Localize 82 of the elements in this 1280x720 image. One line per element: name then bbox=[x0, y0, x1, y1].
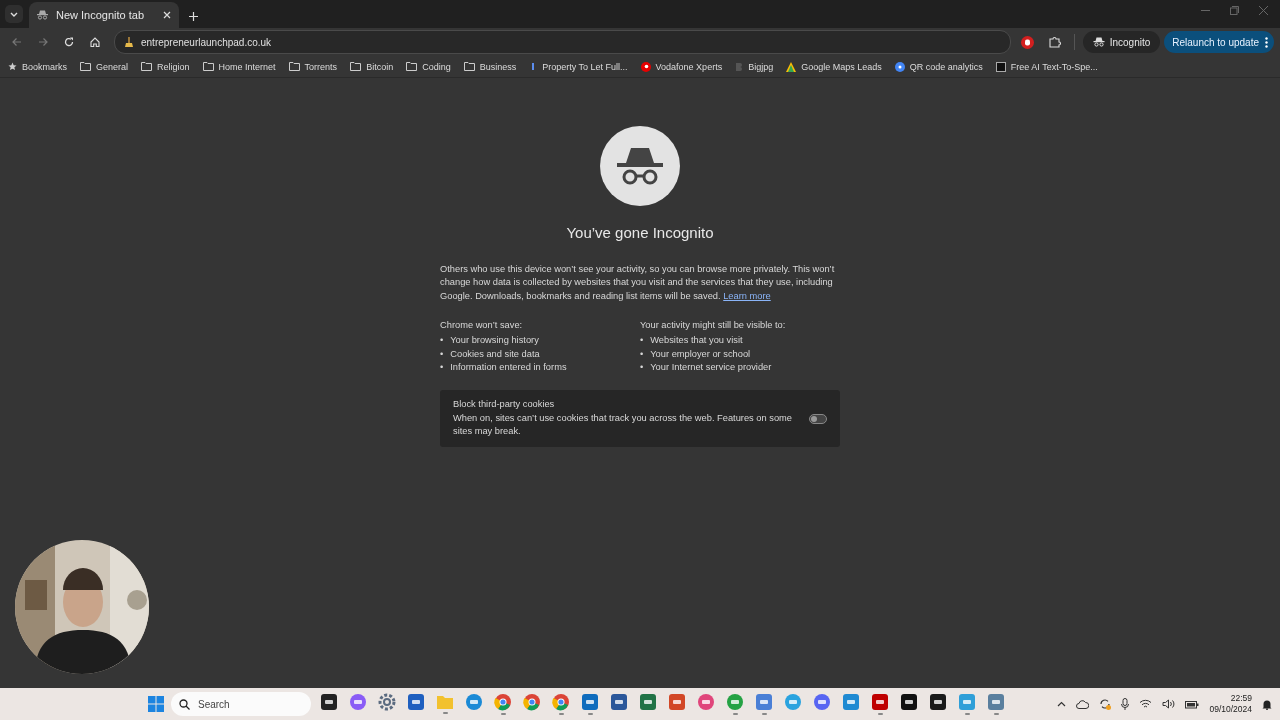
bookmark[interactable]: Bigjpg bbox=[748, 61, 774, 72]
folder-icon bbox=[350, 62, 362, 71]
folder-icon bbox=[406, 62, 418, 71]
card-description: When on, sites can’t use cookies that track you across the web. Features on some sites may break. bbox=[453, 411, 793, 439]
clock-date[interactable]: 09/10/2024 bbox=[1209, 704, 1252, 715]
battery-icon[interactable] bbox=[1185, 699, 1200, 709]
list-item: Your browsing history bbox=[450, 334, 539, 348]
page-heading: You’ve gone Incognito bbox=[566, 224, 714, 241]
list-bullet: • bbox=[440, 361, 444, 375]
list-item: Your Internet service provider bbox=[650, 361, 772, 375]
site-icon bbox=[735, 61, 744, 72]
incognito-icon bbox=[1092, 37, 1105, 47]
site-icon bbox=[995, 61, 1006, 72]
bookmark[interactable]: Property To Let Full... bbox=[542, 61, 628, 72]
bookmark[interactable]: Google Maps Leads bbox=[801, 61, 882, 72]
folder-icon bbox=[202, 62, 214, 71]
bookmark[interactable]: General bbox=[96, 61, 129, 72]
list-heading: Your activity might still be visible to: bbox=[640, 320, 787, 331]
incognito-icon bbox=[37, 10, 48, 20]
list-item: Cookies and site data bbox=[450, 347, 540, 361]
chrome-icon[interactable] bbox=[523, 693, 541, 711]
chrome-icon[interactable] bbox=[552, 693, 570, 711]
restore-icon[interactable] bbox=[1230, 5, 1239, 15]
list-bullet: • bbox=[640, 361, 644, 375]
folder-icon bbox=[80, 62, 91, 71]
address-bar[interactable]: entrepreneurlaunchpad.co.uk bbox=[114, 30, 1011, 54]
microphone-icon[interactable] bbox=[1121, 698, 1130, 710]
pin-icon bbox=[786, 61, 797, 72]
taskbar-search-field[interactable]: Search bbox=[171, 692, 311, 716]
search-icon bbox=[179, 698, 190, 710]
bookmark[interactable]: Free AI Text-To-Spe... bbox=[1010, 61, 1098, 72]
forward-icon[interactable] bbox=[38, 37, 48, 47]
list-bullet: • bbox=[640, 334, 644, 348]
puzzle-icon[interactable] bbox=[1048, 36, 1061, 48]
bell-icon[interactable] bbox=[1262, 698, 1272, 710]
list-item: Websites that you visit bbox=[650, 334, 743, 348]
broom-icon bbox=[125, 37, 133, 47]
new-tab-icon[interactable] bbox=[189, 12, 198, 21]
reload-icon[interactable] bbox=[64, 37, 74, 47]
list-bullet: • bbox=[440, 347, 444, 361]
cloud-icon[interactable] bbox=[1076, 699, 1090, 709]
windows-start-icon[interactable] bbox=[148, 696, 164, 712]
chrome-icon[interactable] bbox=[494, 693, 512, 711]
speaker-icon[interactable] bbox=[1162, 699, 1176, 709]
back-icon[interactable] bbox=[12, 37, 22, 47]
list-bullet: • bbox=[440, 334, 444, 348]
chevron-up-icon[interactable] bbox=[1057, 701, 1067, 707]
relaunch-button[interactable]: Relaunch to update bbox=[1164, 31, 1274, 53]
incognito-icon bbox=[617, 146, 663, 186]
browser-tab[interactable]: New Incognito tab bbox=[29, 2, 179, 28]
bookmark[interactable]: Bitcoin bbox=[366, 61, 394, 72]
bookmark[interactable]: Business bbox=[479, 61, 517, 72]
learn-more-link[interactable]: Learn more bbox=[723, 290, 771, 301]
bookmark[interactable]: Bookmarks bbox=[22, 61, 67, 72]
bookmark[interactable]: Vodafone Xperts bbox=[655, 61, 723, 72]
gear-icon[interactable] bbox=[378, 693, 396, 711]
dot-icon bbox=[640, 61, 651, 72]
bookmark[interactable]: QR code analytics bbox=[909, 61, 983, 72]
incognito-profile-button[interactable]: Incognito bbox=[1082, 31, 1161, 53]
clock-time[interactable]: 22:59 bbox=[1230, 693, 1252, 704]
tab-search-button[interactable] bbox=[5, 5, 23, 23]
intro-paragraph: Others who use this device won’t see your activity, so you can browse more privately. This won’t change how data is collected by websites that you visit and the services that they use, including Google. Downloads, bookmarks and reading list items will be saved. Learn more bbox=[440, 263, 836, 303]
sync-icon[interactable] bbox=[1099, 698, 1112, 710]
card-title: Block third-party cookies bbox=[453, 398, 556, 412]
star-icon bbox=[8, 62, 17, 71]
more-icon bbox=[1265, 36, 1268, 48]
folder-icon bbox=[141, 62, 153, 71]
bookmark[interactable]: Coding bbox=[422, 61, 451, 72]
home-icon[interactable] bbox=[90, 37, 100, 47]
wifi-icon[interactable] bbox=[1139, 699, 1153, 709]
bookmark[interactable]: Religion bbox=[157, 61, 190, 72]
list-item: Information entered in forms bbox=[450, 361, 567, 375]
folder-icon bbox=[288, 62, 300, 71]
globe-icon bbox=[894, 61, 905, 72]
list-heading: Chrome won’t save: bbox=[440, 320, 524, 331]
list-bullet: • bbox=[640, 347, 644, 361]
bookmark[interactable]: Home Internet bbox=[218, 61, 276, 72]
chevron-icon bbox=[10, 11, 18, 17]
toggle-switch[interactable] bbox=[809, 413, 827, 424]
folder-icon bbox=[463, 62, 475, 71]
bookmark[interactable]: Torrents bbox=[304, 61, 338, 72]
list-item: Your employer or school bbox=[650, 347, 751, 361]
